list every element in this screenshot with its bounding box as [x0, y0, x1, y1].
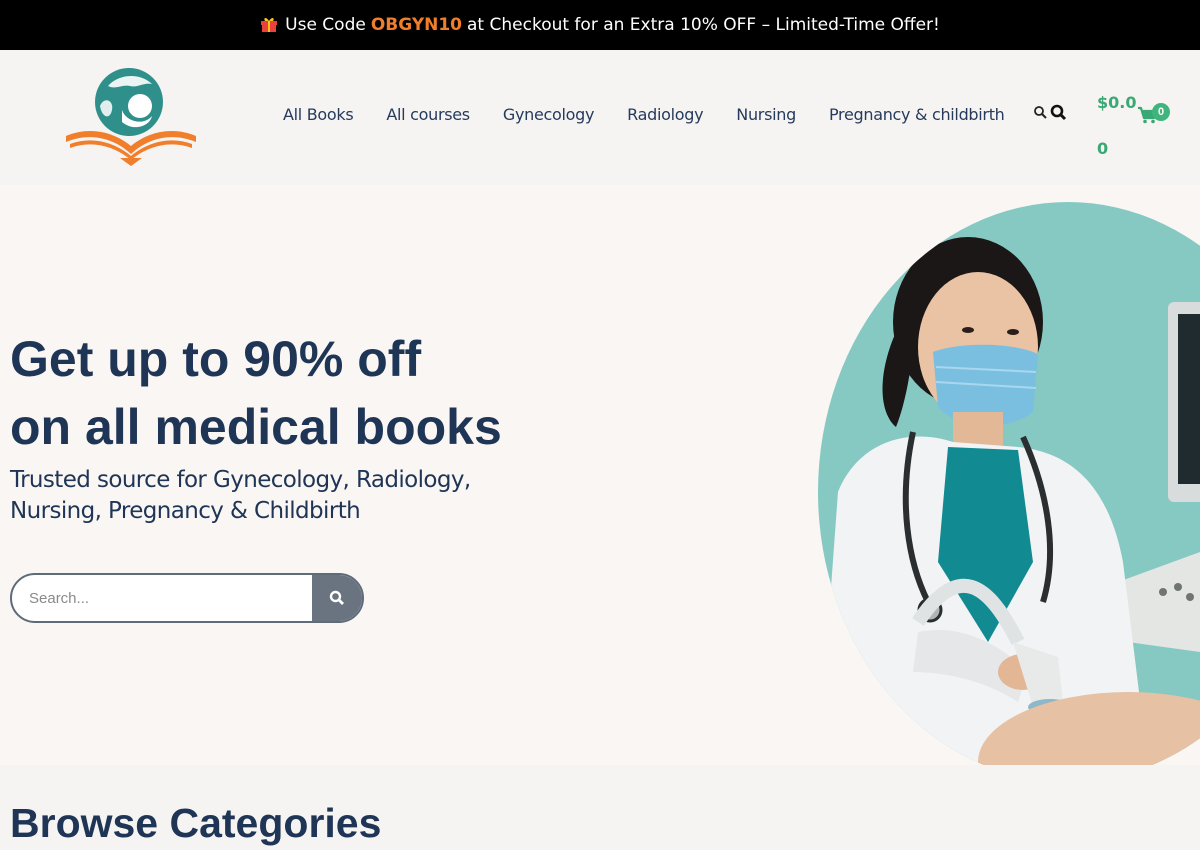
hero-title-line1: Get up to 90% off	[10, 331, 422, 387]
cart-amount[interactable]: $0.00	[1097, 80, 1137, 172]
search-button[interactable]	[312, 575, 362, 621]
main-nav: All Books All courses Gynecology Radiolo…	[283, 105, 1005, 124]
hero-title: Get up to 90% off on all medical books	[10, 325, 502, 461]
hero-doctor-ultrasound-image	[818, 202, 1200, 782]
promo-code: OBGYN10	[370, 15, 463, 35]
nav-all-books[interactable]: All Books	[283, 105, 354, 124]
site-header: All Books All courses Gynecology Radiolo…	[0, 50, 1200, 185]
gift-icon	[260, 15, 278, 33]
search-icon[interactable]	[1050, 104, 1067, 126]
search-icon-small[interactable]	[1033, 105, 1048, 125]
promo-prefix: Use Code	[285, 15, 366, 35]
nav-nursing[interactable]: Nursing	[736, 105, 796, 124]
nav-gynecology[interactable]: Gynecology	[503, 105, 595, 124]
hero-subtitle: Trusted source for Gynecology, Radiology…	[10, 467, 471, 524]
nav-all-courses[interactable]: All courses	[386, 105, 470, 124]
header-search	[1033, 104, 1067, 126]
cart-count-badge: 0	[1152, 103, 1170, 121]
hero-title-line2: on all medical books	[10, 399, 502, 455]
browse-categories-title: Browse Categories	[10, 800, 382, 846]
promo-suffix: at Checkout for an Extra 10% OFF – Limit…	[467, 15, 940, 35]
promo-bar: Use Code OBGYN10 at Checkout for an Extr…	[0, 0, 1200, 50]
hero-section: Get up to 90% off on all medical books T…	[0, 185, 1200, 782]
book-globe-logo-icon[interactable]	[60, 66, 202, 166]
hero-search-box	[10, 573, 364, 623]
nav-pregnancy-childbirth[interactable]: Pregnancy & childbirth	[829, 105, 1005, 124]
search-icon	[329, 590, 344, 605]
search-input[interactable]	[12, 575, 312, 621]
nav-radiology[interactable]: Radiology	[627, 105, 703, 124]
